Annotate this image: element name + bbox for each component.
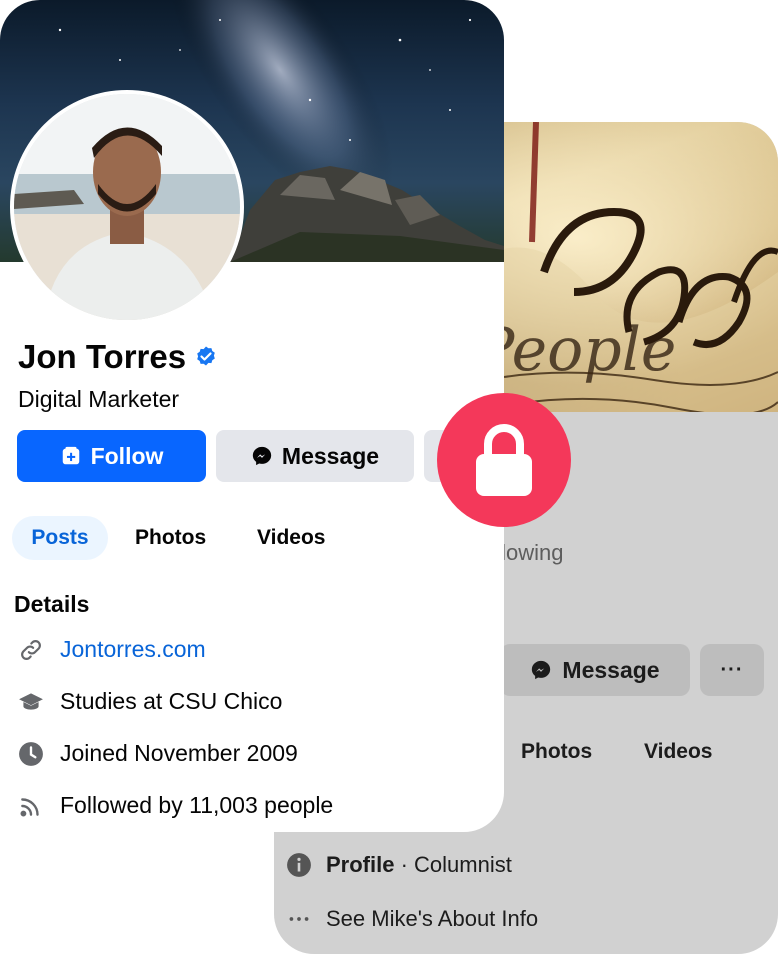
message-button[interactable]: Message (216, 430, 414, 482)
tab-posts[interactable]: Posts (12, 516, 108, 560)
detail-education: Studies at CSU Chico (18, 688, 282, 715)
detail-website: Jontorres.com (18, 636, 206, 663)
back-more-button[interactable]: ··· (700, 644, 764, 696)
profile-role-row: Profile · Columnist (286, 852, 512, 878)
info-icon (287, 853, 311, 877)
rss-icon (18, 793, 44, 819)
messenger-icon (252, 446, 272, 466)
verified-badge-icon (197, 346, 215, 366)
back-tab-videos[interactable]: Videos (644, 740, 712, 764)
back-message-button[interactable]: Message (500, 644, 690, 696)
education-text: Studies at CSU Chico (60, 688, 283, 714)
profile-subtitle: Digital Marketer (18, 386, 180, 412)
follow-page-icon (62, 446, 79, 465)
tab-photos[interactable]: Photos (135, 516, 206, 560)
lock-badge (437, 393, 571, 527)
graduation-cap-icon (18, 689, 44, 715)
back-tab-photos[interactable]: Photos (521, 740, 592, 764)
more-dots-icon (289, 917, 309, 921)
lock-icon (476, 424, 532, 496)
messenger-icon (532, 660, 551, 680)
detail-joined: Joined November 2009 (18, 740, 298, 767)
profile-role: · Columnist (400, 852, 512, 877)
followers-text: Followed by 11,003 people (60, 792, 334, 818)
about-info-link[interactable]: See Mike's About Info (326, 906, 538, 932)
clock-icon (18, 741, 44, 767)
profile-label: Profile (326, 852, 395, 877)
about-info-row[interactable]: See Mike's About Info (286, 906, 538, 932)
profile-name: Jon Torres (18, 338, 187, 375)
profile-name-row: Jon Torres (18, 338, 218, 376)
profile-avatar[interactable] (10, 90, 244, 324)
joined-text: Joined November 2009 (60, 740, 298, 766)
front-profile-card: Jon Torres Digital Marketer Follow Messa… (0, 0, 504, 832)
website-link[interactable]: Jontorres.com (60, 636, 206, 663)
back-message-label: Message (562, 656, 660, 683)
tab-videos[interactable]: Videos (257, 516, 325, 560)
details-heading: Details (14, 591, 90, 617)
link-icon (18, 637, 44, 663)
detail-followers: Followed by 11,003 people (18, 792, 333, 819)
follow-button[interactable]: Follow (17, 430, 206, 482)
follow-label: Follow (90, 442, 164, 469)
message-label: Message (281, 442, 380, 469)
